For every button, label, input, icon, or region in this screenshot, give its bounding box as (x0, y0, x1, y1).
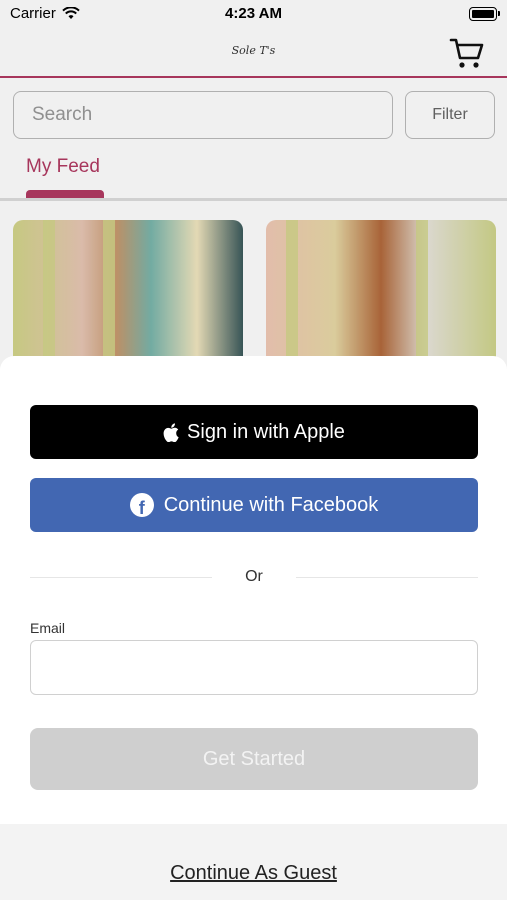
facebook-icon: f (129, 493, 154, 517)
sign-in-with-apple-button[interactable]: Sign in with Apple (30, 405, 478, 459)
apple-icon (163, 422, 179, 442)
guest-footer: Continue As Guest (0, 824, 507, 900)
divider-line (30, 577, 212, 578)
email-field[interactable] (30, 640, 478, 695)
login-sheet: Sign in with Apple f Continue with Faceb… (0, 356, 507, 900)
continue-with-facebook-button[interactable]: f Continue with Facebook (30, 478, 478, 532)
get-started-button[interactable]: Get Started (30, 728, 478, 790)
divider-line (296, 577, 478, 578)
continue-as-guest-link[interactable]: Continue As Guest (0, 862, 507, 885)
email-label: Email (30, 620, 66, 636)
facebook-button-label: Continue with Facebook (163, 493, 379, 516)
or-separator: Or (245, 568, 263, 585)
apple-button-label: Sign in with Apple (187, 420, 345, 443)
